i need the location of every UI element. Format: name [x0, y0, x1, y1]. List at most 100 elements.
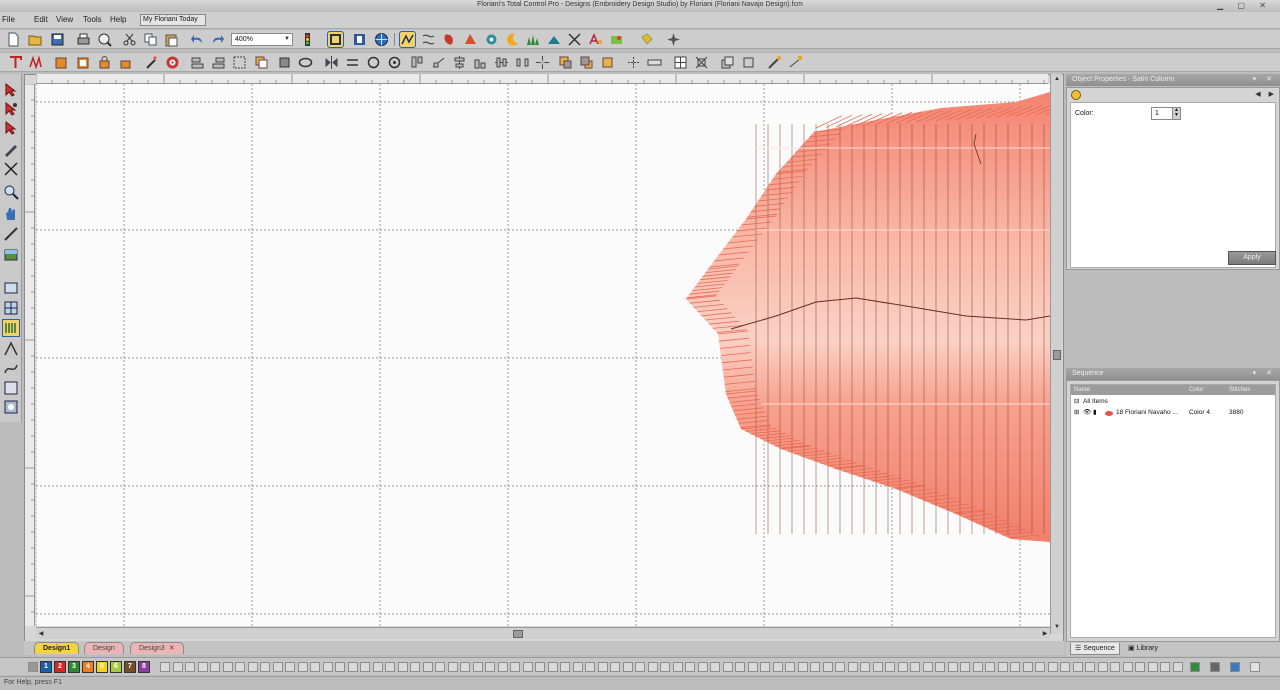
undo-icon[interactable] [190, 32, 205, 47]
scissors-icon[interactable] [567, 32, 582, 47]
target-icon[interactable] [165, 55, 180, 70]
unlock-icon[interactable] [118, 55, 133, 70]
menu-file[interactable]: File [2, 15, 15, 24]
empty-color-slot[interactable] [672, 662, 683, 672]
select-arrow-icon[interactable] [3, 82, 19, 98]
empty-color-slot[interactable] [735, 662, 745, 672]
empty-color-slot[interactable] [785, 662, 795, 672]
stitch-view-icon[interactable] [2, 319, 20, 337]
window-controls[interactable]: ▁ ▢ ✕ [1217, 1, 1272, 10]
remove-color-icon[interactable] [1210, 662, 1220, 672]
visibility-icon[interactable]: 👁 [1083, 408, 1091, 418]
paste-icon[interactable] [164, 32, 179, 47]
empty-color-slot[interactable] [335, 662, 345, 672]
sequence-row-all[interactable]: ⊟ All Items [1071, 397, 1275, 407]
scroll-up-icon[interactable]: ▲ [1051, 74, 1063, 84]
empty-color-slot[interactable] [1110, 662, 1120, 672]
empty-color-slot[interactable] [885, 662, 895, 672]
empty-color-slot[interactable] [547, 662, 558, 672]
cut-icon[interactable] [122, 32, 137, 47]
color-stepper[interactable]: 1 ▲ ▼ [1151, 107, 1181, 120]
node-select-icon[interactable] [3, 101, 19, 117]
empty-color-slot[interactable] [322, 662, 333, 672]
empty-color-slot[interactable] [1172, 662, 1183, 672]
realistic-view-icon[interactable] [3, 399, 19, 415]
empty-color-slot[interactable] [1035, 662, 1045, 672]
empty-color-slot[interactable] [710, 662, 720, 672]
color-swatch-8[interactable]: 8 [138, 661, 150, 673]
sequence-close-icon[interactable]: ▾ ✕ [1253, 368, 1276, 380]
design-canvas[interactable] [36, 84, 1050, 626]
space-evenly-icon[interactable] [515, 55, 530, 70]
empty-color-slot[interactable] [697, 662, 708, 672]
empty-color-slot[interactable] [247, 662, 258, 672]
empty-color-slot[interactable] [835, 662, 845, 672]
empty-color-slot[interactable] [1122, 662, 1133, 672]
angle-tool-icon[interactable] [3, 341, 19, 357]
col-stitches[interactable]: Stitches [1229, 385, 1250, 395]
empty-color-slot[interactable] [985, 662, 995, 672]
thread-chart-icon[interactable] [1230, 662, 1240, 672]
lasso-select-icon[interactable] [3, 120, 19, 136]
empty-color-slot[interactable] [522, 662, 533, 672]
empty-color-slot[interactable] [260, 662, 270, 672]
text-icon[interactable] [8, 55, 23, 70]
color-swatch-2[interactable]: 2 [54, 661, 66, 673]
background-icon[interactable] [3, 247, 19, 263]
empty-color-slot[interactable] [360, 662, 370, 672]
lock-icon[interactable] [97, 55, 112, 70]
menu-edit[interactable]: Edit [34, 15, 48, 24]
empty-color-slot[interactable] [160, 662, 170, 672]
embroidery-canvas[interactable] [36, 84, 1050, 626]
open-folder-icon[interactable] [28, 32, 43, 47]
center-on-hoop-icon[interactable] [535, 55, 550, 70]
color-swatch-6[interactable]: 6 [110, 661, 122, 673]
swirl-icon[interactable] [484, 32, 499, 47]
col-name[interactable]: Name [1074, 385, 1090, 395]
empty-color-slot[interactable] [635, 662, 645, 672]
align-right-icon[interactable] [211, 55, 226, 70]
empty-color-slot[interactable] [722, 662, 733, 672]
split-icon[interactable] [626, 55, 641, 70]
monogram-icon[interactable] [28, 55, 43, 70]
node-icon[interactable] [788, 55, 803, 70]
empty-color-slot[interactable] [347, 662, 358, 672]
scroll-down-icon[interactable]: ▼ [1051, 622, 1063, 632]
new-file-icon[interactable] [6, 32, 21, 47]
send-back-icon[interactable] [579, 55, 594, 70]
empty-color-slot[interactable] [185, 662, 195, 672]
empty-color-slot[interactable] [385, 662, 395, 672]
stitch-tool-icon[interactable] [399, 31, 416, 48]
empty-color-slot[interactable] [372, 662, 383, 672]
empty-color-slot[interactable] [622, 662, 633, 672]
hoop-view-icon[interactable] [3, 380, 19, 396]
mirror-icon[interactable] [324, 55, 339, 70]
grid-view-icon[interactable] [3, 300, 19, 316]
zoom-icon[interactable] [3, 184, 19, 200]
empty-color-slot[interactable] [797, 662, 808, 672]
pan-hand-icon[interactable] [3, 205, 19, 221]
pen-icon[interactable] [3, 141, 19, 157]
menu-help[interactable]: Help [110, 15, 126, 24]
stepper-arrows-icon[interactable]: ▲ ▼ [1172, 108, 1180, 119]
empty-color-slot[interactable] [910, 662, 920, 672]
empty-color-slot[interactable] [410, 662, 420, 672]
menu-view[interactable]: View [56, 15, 73, 24]
empty-color-slot[interactable] [460, 662, 470, 672]
print-preview-icon[interactable] [97, 32, 112, 47]
empty-color-slot[interactable] [847, 662, 858, 672]
empty-color-slot[interactable] [1160, 662, 1170, 672]
menu-tools[interactable]: Tools [83, 15, 102, 24]
flip-icon[interactable] [345, 55, 360, 70]
empty-color-slot[interactable] [447, 662, 458, 672]
col-color[interactable]: Color [1189, 385, 1203, 395]
empty-color-slot[interactable] [1022, 662, 1033, 672]
rotate-right-icon[interactable] [387, 55, 402, 70]
empty-color-slot[interactable] [485, 662, 495, 672]
grid-icon[interactable] [673, 55, 688, 70]
align-middle-icon[interactable] [494, 55, 509, 70]
empty-color-slot[interactable] [210, 662, 220, 672]
palette-scroll-left-icon[interactable] [28, 662, 38, 672]
empty-color-slot[interactable] [860, 662, 870, 672]
add-color-icon[interactable] [1190, 662, 1200, 672]
